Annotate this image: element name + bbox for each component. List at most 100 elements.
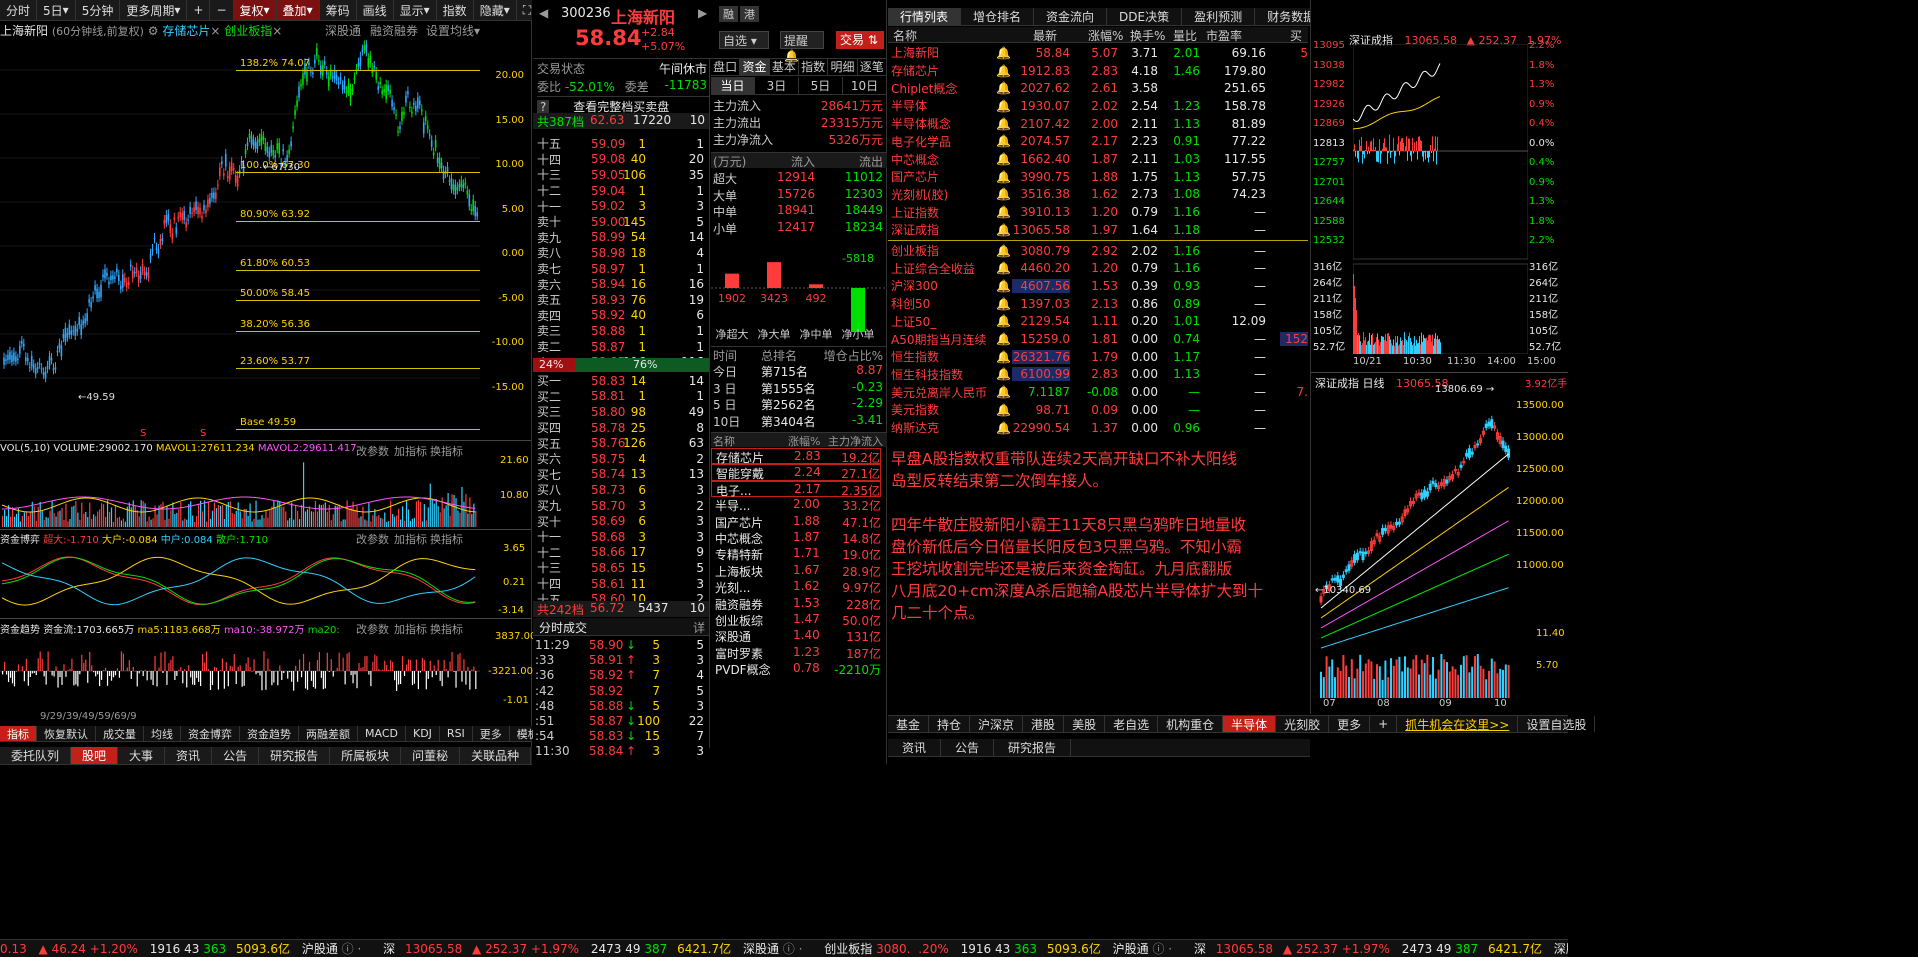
- buy-level-row[interactable]: 买六 58.75 4 2: [533, 451, 708, 467]
- buy-level-row[interactable]: 买五 58.76 126 63: [533, 435, 708, 451]
- watchlist-row[interactable]: 电子化学品 🔔 2074.57 2.17 2.23 0.91 77.22: [888, 133, 1308, 151]
- watchlist-row[interactable]: Chiplet概念 🔔 2027.62 2.61 3.58 251.65: [888, 79, 1308, 97]
- buy-level-row[interactable]: 买二 58.81 1 1: [533, 389, 708, 405]
- watchlist-row[interactable]: 光刻机(胶) 🔔 3516.38 1.62 2.73 1.08 74.23: [888, 186, 1308, 204]
- draw-line-button[interactable]: 画线: [357, 0, 394, 20]
- adjust-button[interactable]: 复权 ▾: [233, 0, 277, 20]
- link-ma-settings[interactable]: 设置均线▾: [426, 22, 480, 39]
- group-tab-6[interactable]: 机构重仓: [1158, 716, 1224, 732]
- info-tab-2[interactable]: 研究报告: [994, 739, 1072, 756]
- daily-kline-chart[interactable]: [1313, 388, 1513, 703]
- sell-level-row[interactable]: 卖七 58.97 1 1: [533, 261, 708, 277]
- kline-chart[interactable]: SS: [0, 40, 530, 440]
- watchlist-row[interactable]: A50期指当月连续 🔔 15259.0 1.81 0.00 0.74 — 152: [888, 330, 1308, 348]
- zoom-in-button[interactable]: +: [187, 0, 211, 20]
- bell-icon[interactable]: 🔔: [996, 385, 1011, 399]
- volume-chart[interactable]: [0, 455, 480, 528]
- indicator-tab-3[interactable]: 均线: [144, 726, 181, 741]
- fund-tab-3[interactable]: 指数: [799, 58, 829, 75]
- sector-row[interactable]: 半导... 2.00 33.2亿: [711, 497, 881, 513]
- indicator-tab-2[interactable]: 成交量: [96, 726, 144, 741]
- watchlist-col-5[interactable]: 市盈率: [1206, 27, 1242, 44]
- top-tab-4[interactable]: 盈利预测: [1182, 8, 1256, 25]
- ticks-detail-button[interactable]: 详: [693, 619, 705, 636]
- bell-icon[interactable]: 🔔: [996, 332, 1011, 346]
- left-bottom-tab-4[interactable]: 公告: [212, 747, 260, 764]
- watchlist-row[interactable]: 半导体概念 🔔 2107.42 2.00 2.11 1.13 81.89: [888, 115, 1308, 133]
- fund-period-2[interactable]: 5日: [799, 77, 843, 94]
- group-tab-5[interactable]: 老自选: [1105, 716, 1159, 732]
- sector-row[interactable]: 深股通 1.40 131亿: [711, 628, 881, 644]
- bell-icon[interactable]: 🔔: [996, 64, 1011, 78]
- watchlist-row[interactable]: 半导体 🔔 1930.07 2.02 2.54 1.23 158.78: [888, 97, 1308, 115]
- left-bottom-tab-1[interactable]: 股吧: [71, 747, 119, 764]
- prev-stock-icon[interactable]: ◀: [539, 6, 548, 20]
- sell-level-row[interactable]: 卖六 58.94 16 16: [533, 276, 708, 292]
- indicator-tab-4[interactable]: 资金博弈: [181, 726, 240, 741]
- sell-level-row[interactable]: 十四 59.08 40 20: [533, 152, 708, 168]
- fund-tab-5[interactable]: 逐笔: [858, 58, 887, 75]
- sell-level-row[interactable]: 卖三 58.88 1 1: [533, 323, 708, 339]
- sell-level-row[interactable]: 卖五 58.93 76 19: [533, 292, 708, 308]
- overlay-button[interactable]: 叠加 ▾: [276, 0, 320, 20]
- overlay-tag-storage[interactable]: 存储芯片: [162, 24, 210, 38]
- indicator-tab-10[interactable]: 更多: [473, 726, 510, 741]
- sell-level-row[interactable]: 卖二 58.87 1 1: [533, 339, 708, 355]
- group-tab-3[interactable]: 港股: [1023, 716, 1065, 732]
- left-bottom-tab-2[interactable]: 大事: [118, 747, 166, 764]
- buy-level-row[interactable]: 十四 58.61 11 3: [533, 576, 708, 592]
- sector-row[interactable]: 上海板块 1.67 28.9亿: [711, 563, 881, 579]
- status-sz-connect[interactable]: 深股通: [743, 942, 779, 956]
- bell-icon[interactable]: 🔔: [996, 367, 1011, 381]
- zoom-out-button[interactable]: −: [210, 0, 234, 20]
- chips-button[interactable]: 筹码: [320, 0, 357, 20]
- watchlist-row[interactable]: 上证综合全收益 🔔 4460.20 1.20 0.79 1.16 —: [888, 259, 1308, 277]
- link-sgt[interactable]: 深股通: [325, 22, 361, 39]
- top-tab-3[interactable]: DDE决策: [1107, 8, 1183, 25]
- bell-icon[interactable]: 🔔: [996, 297, 1011, 311]
- left-bottom-tab-8[interactable]: 关联品种: [460, 747, 532, 764]
- bell-icon[interactable]: 🔔: [996, 117, 1011, 131]
- sell-level-row[interactable]: 卖八 58.98 18 4: [533, 245, 708, 261]
- watchlist-row[interactable]: 沪深300 🔔 4607.56 1.53 0.39 0.93 —: [888, 277, 1308, 295]
- fund-tab-2[interactable]: 基本: [770, 58, 799, 75]
- remind-button[interactable]: 提醒 🔔: [780, 31, 824, 63]
- sector-row[interactable]: 光刻... 1.62 9.97亿: [711, 579, 881, 595]
- bell-icon[interactable]: 🔔: [996, 134, 1011, 148]
- buy-level-row[interactable]: 买七 58.74 13 13: [533, 467, 708, 483]
- watchlist-col-1[interactable]: 最新: [1033, 27, 1057, 44]
- fund-trend-chart[interactable]: [0, 635, 480, 707]
- group-tab-11[interactable]: 抓牛机会在这里>>: [1397, 716, 1519, 732]
- bell-icon[interactable]: 🔔: [996, 99, 1011, 113]
- margin-badge[interactable]: 融: [719, 6, 738, 22]
- display-button[interactable]: 显示 ▾: [394, 0, 437, 20]
- sector-row[interactable]: 富时罗素 1.23 187亿: [711, 645, 881, 661]
- buy-level-row[interactable]: 买十 58.69 6 3: [533, 513, 708, 529]
- bell-icon[interactable]: 🔔: [996, 187, 1011, 201]
- group-tab-12[interactable]: 设置自选股: [1518, 716, 1596, 732]
- bell-icon[interactable]: 🔔: [996, 223, 1011, 237]
- top-tab-1[interactable]: 增仓排名: [961, 8, 1035, 25]
- fund-period-1[interactable]: 3日: [755, 77, 799, 94]
- group-tab-8[interactable]: 光刻胶: [1276, 716, 1330, 732]
- sell-level-row[interactable]: 卖九 58.99 54 14: [533, 230, 708, 246]
- bell-icon[interactable]: 🔔: [996, 279, 1011, 293]
- watchlist-col-2[interactable]: 涨幅%: [1088, 27, 1123, 44]
- buy-level-row[interactable]: 十三 58.65 15 5: [533, 560, 708, 576]
- trade-button[interactable]: 交易 ⇅: [836, 31, 884, 49]
- fund-period-3[interactable]: 10日: [843, 77, 887, 94]
- buy-level-row[interactable]: 买四 58.78 25 8: [533, 420, 708, 436]
- watchlist-row[interactable]: 美元指数 🔔 98.71 0.09 0.00 — —: [888, 401, 1308, 419]
- left-bottom-tab-7[interactable]: 问董秘: [401, 747, 461, 764]
- indicator-tab-7[interactable]: MACD: [358, 726, 406, 741]
- period-5day[interactable]: 5日 ▾: [37, 0, 76, 20]
- buy-level-row[interactable]: 买八 58.73 6 3: [533, 482, 708, 498]
- bell-icon[interactable]: 🔔: [996, 314, 1011, 328]
- watchlist-row[interactable]: 恒生指数 🔔 26321.76 1.79 0.00 1.17 —: [888, 348, 1308, 366]
- sector-row[interactable]: 融资融券 1.53 228亿: [711, 596, 881, 612]
- fund-game-chart[interactable]: [0, 545, 480, 617]
- group-tab-2[interactable]: 沪深京: [970, 716, 1024, 732]
- buy-level-row[interactable]: 十二 58.66 17 9: [533, 545, 708, 561]
- fund-period-0[interactable]: 当日: [711, 77, 755, 94]
- sector-row[interactable]: 国产芯片 1.88 47.1亿: [711, 514, 881, 530]
